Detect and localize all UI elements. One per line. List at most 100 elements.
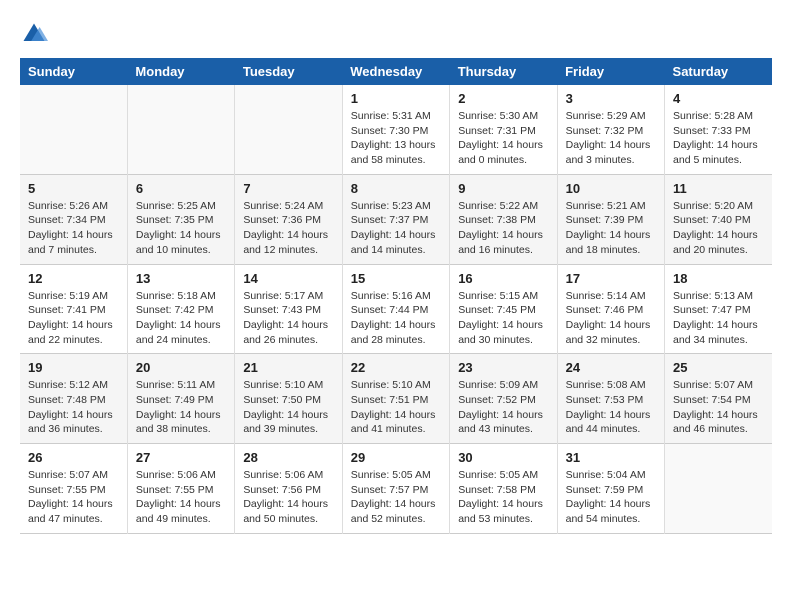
calendar-week-row: 1Sunrise: 5:31 AMSunset: 7:30 PMDaylight… [20, 85, 772, 174]
day-number: 10 [566, 181, 656, 196]
day-info: Sunrise: 5:24 AMSunset: 7:36 PMDaylight:… [243, 199, 333, 258]
calendar-day-cell: 31 Sunrise: 5:04 AMSunset: 7:59 PMDayligh… [557, 444, 664, 534]
calendar-day-cell: 20 Sunrise: 5:11 AMSunset: 7:49 PMDayligh… [127, 354, 234, 444]
day-number: 2 [458, 91, 548, 106]
day-number: 9 [458, 181, 548, 196]
day-number: 25 [673, 360, 764, 375]
day-info: Sunrise: 5:13 AMSunset: 7:47 PMDaylight:… [673, 289, 764, 348]
day-number: 3 [566, 91, 656, 106]
calendar-day-cell: 27 Sunrise: 5:06 AMSunset: 7:55 PMDayligh… [127, 444, 234, 534]
day-info: Sunrise: 5:21 AMSunset: 7:39 PMDaylight:… [566, 199, 656, 258]
calendar-day-cell: 14 Sunrise: 5:17 AMSunset: 7:43 PMDayligh… [235, 264, 342, 354]
day-number: 30 [458, 450, 548, 465]
logo [20, 20, 52, 48]
day-info: Sunrise: 5:08 AMSunset: 7:53 PMDaylight:… [566, 378, 656, 437]
day-number: 29 [351, 450, 441, 465]
day-number: 19 [28, 360, 119, 375]
day-number: 27 [136, 450, 226, 465]
day-info: Sunrise: 5:16 AMSunset: 7:44 PMDaylight:… [351, 289, 441, 348]
calendar-day-cell: 28 Sunrise: 5:06 AMSunset: 7:56 PMDayligh… [235, 444, 342, 534]
day-number: 24 [566, 360, 656, 375]
weekday-header-row: SundayMondayTuesdayWednesdayThursdayFrid… [20, 58, 772, 85]
day-info: Sunrise: 5:07 AMSunset: 7:55 PMDaylight:… [28, 468, 119, 527]
day-number: 23 [458, 360, 548, 375]
weekday-header-cell: Monday [127, 58, 234, 85]
calendar-day-cell [665, 444, 772, 534]
calendar-day-cell: 22 Sunrise: 5:10 AMSunset: 7:51 PMDayligh… [342, 354, 449, 444]
day-info: Sunrise: 5:15 AMSunset: 7:45 PMDaylight:… [458, 289, 548, 348]
day-number: 26 [28, 450, 119, 465]
day-number: 6 [136, 181, 226, 196]
day-info: Sunrise: 5:12 AMSunset: 7:48 PMDaylight:… [28, 378, 119, 437]
day-number: 31 [566, 450, 656, 465]
day-number: 16 [458, 271, 548, 286]
calendar-day-cell [20, 85, 127, 174]
day-info: Sunrise: 5:14 AMSunset: 7:46 PMDaylight:… [566, 289, 656, 348]
calendar-week-row: 19 Sunrise: 5:12 AMSunset: 7:48 PMDayligh… [20, 354, 772, 444]
calendar-day-cell: 15Sunrise: 5:16 AMSunset: 7:44 PMDayligh… [342, 264, 449, 354]
day-info: Sunrise: 5:07 AMSunset: 7:54 PMDaylight:… [673, 378, 764, 437]
day-info: Sunrise: 5:25 AMSunset: 7:35 PMDaylight:… [136, 199, 226, 258]
day-number: 7 [243, 181, 333, 196]
day-info: Sunrise: 5:28 AMSunset: 7:33 PMDaylight:… [673, 109, 764, 168]
calendar-day-cell: 30Sunrise: 5:05 AMSunset: 7:58 PMDayligh… [450, 444, 557, 534]
day-info: Sunrise: 5:11 AMSunset: 7:49 PMDaylight:… [136, 378, 226, 437]
day-number: 28 [243, 450, 333, 465]
calendar-day-cell: 18 Sunrise: 5:13 AMSunset: 7:47 PMDayligh… [665, 264, 772, 354]
day-info: Sunrise: 5:10 AMSunset: 7:51 PMDaylight:… [351, 378, 441, 437]
weekday-header-cell: Saturday [665, 58, 772, 85]
calendar-day-cell: 8Sunrise: 5:23 AMSunset: 7:37 PMDaylight… [342, 174, 449, 264]
day-number: 11 [673, 181, 764, 196]
calendar-day-cell: 19 Sunrise: 5:12 AMSunset: 7:48 PMDayligh… [20, 354, 127, 444]
day-info: Sunrise: 5:05 AMSunset: 7:57 PMDaylight:… [351, 468, 441, 527]
day-info: Sunrise: 5:17 AMSunset: 7:43 PMDaylight:… [243, 289, 333, 348]
calendar-day-cell: 3 Sunrise: 5:29 AMSunset: 7:32 PMDaylight… [557, 85, 664, 174]
day-info: Sunrise: 5:06 AMSunset: 7:55 PMDaylight:… [136, 468, 226, 527]
day-number: 5 [28, 181, 119, 196]
calendar-week-row: 26 Sunrise: 5:07 AMSunset: 7:55 PMDayligh… [20, 444, 772, 534]
calendar-day-cell [235, 85, 342, 174]
day-number: 20 [136, 360, 226, 375]
calendar-day-cell [127, 85, 234, 174]
day-info: Sunrise: 5:09 AMSunset: 7:52 PMDaylight:… [458, 378, 548, 437]
weekday-header-cell: Wednesday [342, 58, 449, 85]
calendar-day-cell: 9Sunrise: 5:22 AMSunset: 7:38 PMDaylight… [450, 174, 557, 264]
calendar-day-cell: 25 Sunrise: 5:07 AMSunset: 7:54 PMDayligh… [665, 354, 772, 444]
calendar-day-cell: 16 Sunrise: 5:15 AMSunset: 7:45 PMDayligh… [450, 264, 557, 354]
day-number: 4 [673, 91, 764, 106]
calendar-day-cell: 26 Sunrise: 5:07 AMSunset: 7:55 PMDayligh… [20, 444, 127, 534]
day-info: Sunrise: 5:20 AMSunset: 7:40 PMDaylight:… [673, 199, 764, 258]
day-info: Sunrise: 5:10 AMSunset: 7:50 PMDaylight:… [243, 378, 333, 437]
day-number: 13 [136, 271, 226, 286]
weekday-header-cell: Friday [557, 58, 664, 85]
calendar-day-cell: 7 Sunrise: 5:24 AMSunset: 7:36 PMDaylight… [235, 174, 342, 264]
day-number: 14 [243, 271, 333, 286]
day-info: Sunrise: 5:19 AMSunset: 7:41 PMDaylight:… [28, 289, 119, 348]
calendar-day-cell: 13Sunrise: 5:18 AMSunset: 7:42 PMDayligh… [127, 264, 234, 354]
day-info: Sunrise: 5:29 AMSunset: 7:32 PMDaylight:… [566, 109, 656, 168]
day-info: Sunrise: 5:04 AMSunset: 7:59 PMDaylight:… [566, 468, 656, 527]
day-number: 17 [566, 271, 656, 286]
calendar-day-cell: 4 Sunrise: 5:28 AMSunset: 7:33 PMDaylight… [665, 85, 772, 174]
calendar-week-row: 5 Sunrise: 5:26 AMSunset: 7:34 PMDaylight… [20, 174, 772, 264]
calendar-header [20, 20, 772, 48]
day-info: Sunrise: 5:06 AMSunset: 7:56 PMDaylight:… [243, 468, 333, 527]
day-info: Sunrise: 5:31 AMSunset: 7:30 PMDaylight:… [351, 109, 441, 168]
day-number: 21 [243, 360, 333, 375]
calendar-day-cell: 5 Sunrise: 5:26 AMSunset: 7:34 PMDaylight… [20, 174, 127, 264]
calendar-day-cell: 11 Sunrise: 5:20 AMSunset: 7:40 PMDayligh… [665, 174, 772, 264]
calendar-day-cell: 17 Sunrise: 5:14 AMSunset: 7:46 PMDayligh… [557, 264, 664, 354]
calendar-day-cell: 24 Sunrise: 5:08 AMSunset: 7:53 PMDayligh… [557, 354, 664, 444]
calendar-day-cell: 12 Sunrise: 5:19 AMSunset: 7:41 PMDayligh… [20, 264, 127, 354]
day-number: 18 [673, 271, 764, 286]
calendar-day-cell: 2 Sunrise: 5:30 AMSunset: 7:31 PMDaylight… [450, 85, 557, 174]
calendar-day-cell: 21 Sunrise: 5:10 AMSunset: 7:50 PMDayligh… [235, 354, 342, 444]
day-info: Sunrise: 5:26 AMSunset: 7:34 PMDaylight:… [28, 199, 119, 258]
calendar-day-cell: 10 Sunrise: 5:21 AMSunset: 7:39 PMDayligh… [557, 174, 664, 264]
calendar-day-cell: 23 Sunrise: 5:09 AMSunset: 7:52 PMDayligh… [450, 354, 557, 444]
day-info: Sunrise: 5:30 AMSunset: 7:31 PMDaylight:… [458, 109, 548, 168]
day-number: 12 [28, 271, 119, 286]
day-number: 22 [351, 360, 441, 375]
calendar-day-cell: 29 Sunrise: 5:05 AMSunset: 7:57 PMDayligh… [342, 444, 449, 534]
calendar-day-cell: 6 Sunrise: 5:25 AMSunset: 7:35 PMDaylight… [127, 174, 234, 264]
